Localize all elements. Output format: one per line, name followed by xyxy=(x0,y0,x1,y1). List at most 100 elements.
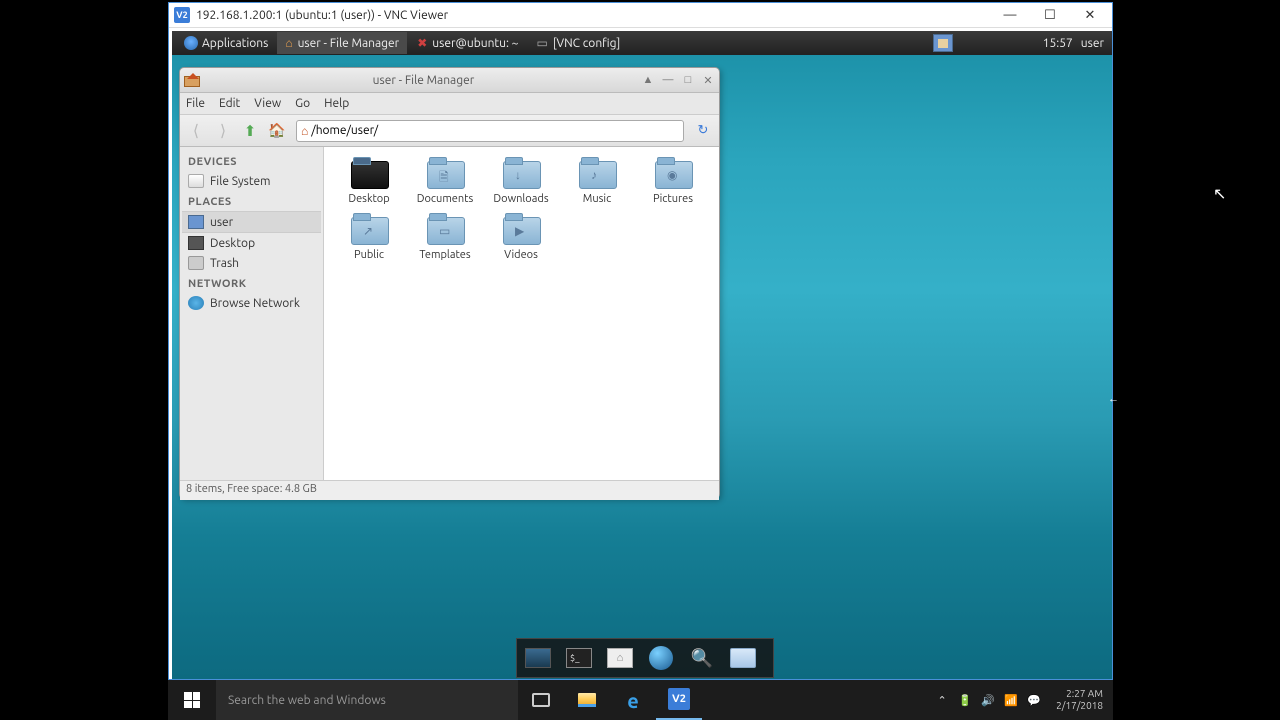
vnc-app-icon: V2 xyxy=(174,7,190,23)
tray-overflow-icon[interactable]: ⌃ xyxy=(935,694,949,706)
folder-music[interactable]: ♪Music xyxy=(560,157,634,205)
sidebar-item-filesystem[interactable]: File System xyxy=(182,171,321,191)
panel-clock[interactable]: 15:57 xyxy=(1043,37,1073,50)
windows-logo-icon xyxy=(184,692,200,708)
home-icon xyxy=(938,39,948,48)
folder-icon xyxy=(349,157,389,189)
start-button[interactable] xyxy=(168,680,216,720)
minimize-button[interactable]: — xyxy=(990,3,1030,27)
tray-date: 2/17/2018 xyxy=(1056,700,1103,712)
tray-clock[interactable]: 2:27 AM 2/17/2018 xyxy=(1050,688,1109,712)
menu-file[interactable]: File xyxy=(186,97,205,110)
refresh-button[interactable]: ↻ xyxy=(691,119,715,143)
panel-user[interactable]: user xyxy=(1081,37,1104,50)
sidebar-item-desktop[interactable]: Desktop xyxy=(182,233,321,253)
taskbar-vnc-viewer[interactable]: V2 xyxy=(656,680,702,720)
sidebar-item-browse-network[interactable]: Browse Network xyxy=(182,293,321,313)
home-icon xyxy=(188,215,204,229)
dock-file-manager[interactable]: ⌂ xyxy=(602,642,638,674)
home-icon: ⌂ xyxy=(285,36,292,50)
tray-time: 2:27 AM xyxy=(1066,688,1103,700)
places-header: PLACES xyxy=(182,191,321,211)
xfce-logo-icon xyxy=(184,36,198,50)
globe-icon xyxy=(649,646,673,670)
menu-view[interactable]: View xyxy=(254,97,281,110)
xfce-top-panel: Applications ⌂ user - File Manager ✖ use… xyxy=(172,31,1112,55)
taskbar-item-vnc-config[interactable]: ▭ [VNC config] xyxy=(528,32,628,54)
terminal-icon: $_ xyxy=(566,648,592,668)
taskbar-file-explorer[interactable] xyxy=(564,680,610,720)
network-icon[interactable]: 📶 xyxy=(1004,694,1018,706)
folder-icon xyxy=(730,648,756,668)
folder-icon: ↗ xyxy=(349,213,389,245)
home-icon: 🏠 xyxy=(268,122,285,139)
taskbar-item-file-manager[interactable]: ⌂ user - File Manager xyxy=(277,32,407,54)
fm-icon-view[interactable]: Desktop 🗎Documents ↓Downloads ♪Music ◉Pi… xyxy=(324,147,719,480)
location-bar[interactable]: ⌂ /home/user/ xyxy=(296,120,684,142)
trash-icon xyxy=(188,256,204,270)
folder-desktop[interactable]: Desktop xyxy=(332,157,406,205)
nav-back-button[interactable]: ⟨ xyxy=(184,119,208,143)
menu-help[interactable]: Help xyxy=(324,97,349,110)
applications-menu[interactable]: Applications xyxy=(176,31,276,55)
menu-go[interactable]: Go xyxy=(295,97,310,110)
folder-pictures[interactable]: ◉Pictures xyxy=(636,157,710,205)
show-desktop-button[interactable] xyxy=(933,34,953,52)
nav-up-button[interactable]: ⬆ xyxy=(238,119,262,143)
folder-public[interactable]: ↗Public xyxy=(332,213,406,261)
fm-toolbar: ⟨ ⟩ ⬆ 🏠 ⌂ /home/user/ ↻ xyxy=(180,115,719,147)
cortana-search-input[interactable]: Search the web and Windows xyxy=(216,680,518,720)
search-placeholder: Search the web and Windows xyxy=(228,694,386,707)
edge-icon: e xyxy=(627,689,639,712)
fm-sidebar: DEVICES File System PLACES user Desktop … xyxy=(180,147,324,480)
battery-icon[interactable]: 🔋 xyxy=(958,694,972,706)
maximize-button[interactable]: ☐ xyxy=(1030,3,1070,27)
vnc-titlebar[interactable]: V2 192.168.1.200:1 (ubuntu:1 (user)) - V… xyxy=(169,3,1112,28)
folder-documents[interactable]: 🗎Documents xyxy=(408,157,482,205)
folder-videos[interactable]: ▶Videos xyxy=(484,213,558,261)
network-icon xyxy=(188,296,204,310)
task-view-button[interactable] xyxy=(518,680,564,720)
sidebar-item-user[interactable]: user xyxy=(182,211,321,233)
home-icon xyxy=(184,73,200,87)
drive-icon xyxy=(188,174,204,188)
taskbar-item-terminal[interactable]: ✖ user@ubuntu: ~ xyxy=(409,32,526,54)
menu-edit[interactable]: Edit xyxy=(219,97,240,110)
window-icon: ▭ xyxy=(536,36,547,50)
fm-minimize-button[interactable]: — xyxy=(661,74,675,87)
nav-forward-button[interactable]: ⟩ xyxy=(211,119,235,143)
fm-close-button[interactable]: ✕ xyxy=(701,74,715,87)
taskbar-edge[interactable]: e xyxy=(610,680,656,720)
dock-web-browser[interactable] xyxy=(643,642,679,674)
desktop-icon xyxy=(525,648,551,668)
keep-above-button[interactable]: ▲ xyxy=(641,74,655,87)
action-center-icon[interactable]: 💬 xyxy=(1027,694,1041,706)
fm-menubar: File Edit View Go Help xyxy=(180,93,719,115)
vnc-icon: V2 xyxy=(668,688,690,710)
vnc-window-title: 192.168.1.200:1 (ubuntu:1 (user)) - VNC … xyxy=(196,9,990,22)
folder-icon: 🗎 xyxy=(425,157,465,189)
dock-terminal[interactable]: $_ xyxy=(561,642,597,674)
folder-icon: ↓ xyxy=(501,157,541,189)
folder-templates[interactable]: ▭Templates xyxy=(408,213,482,261)
dock-directory[interactable] xyxy=(725,642,761,674)
panel-edge-icon: ← xyxy=(1108,393,1119,405)
location-path: /home/user/ xyxy=(311,124,378,137)
devices-header: DEVICES xyxy=(182,151,321,171)
folder-icon: ◉ xyxy=(653,157,693,189)
volume-icon[interactable]: 🔊 xyxy=(981,694,995,706)
sidebar-item-trash[interactable]: Trash xyxy=(182,253,321,273)
dock-app-finder[interactable]: 🔍 xyxy=(684,642,720,674)
applications-label: Applications xyxy=(202,37,268,50)
remote-desktop[interactable]: Applications ⌂ user - File Manager ✖ use… xyxy=(172,31,1112,679)
dock-show-desktop[interactable] xyxy=(520,642,556,674)
fm-statusbar: 8 items, Free space: 4.8 GB xyxy=(180,480,719,500)
fm-maximize-button[interactable]: □ xyxy=(681,74,695,87)
search-icon: 🔍 xyxy=(691,648,713,669)
folder-downloads[interactable]: ↓Downloads xyxy=(484,157,558,205)
nav-home-button[interactable]: 🏠 xyxy=(265,119,289,143)
close-button[interactable]: ✕ xyxy=(1070,3,1110,27)
fm-titlebar[interactable]: user - File Manager ▲ — □ ✕ xyxy=(180,68,719,93)
fm-title: user - File Manager xyxy=(206,74,641,87)
folder-icon: ▭ xyxy=(425,213,465,245)
